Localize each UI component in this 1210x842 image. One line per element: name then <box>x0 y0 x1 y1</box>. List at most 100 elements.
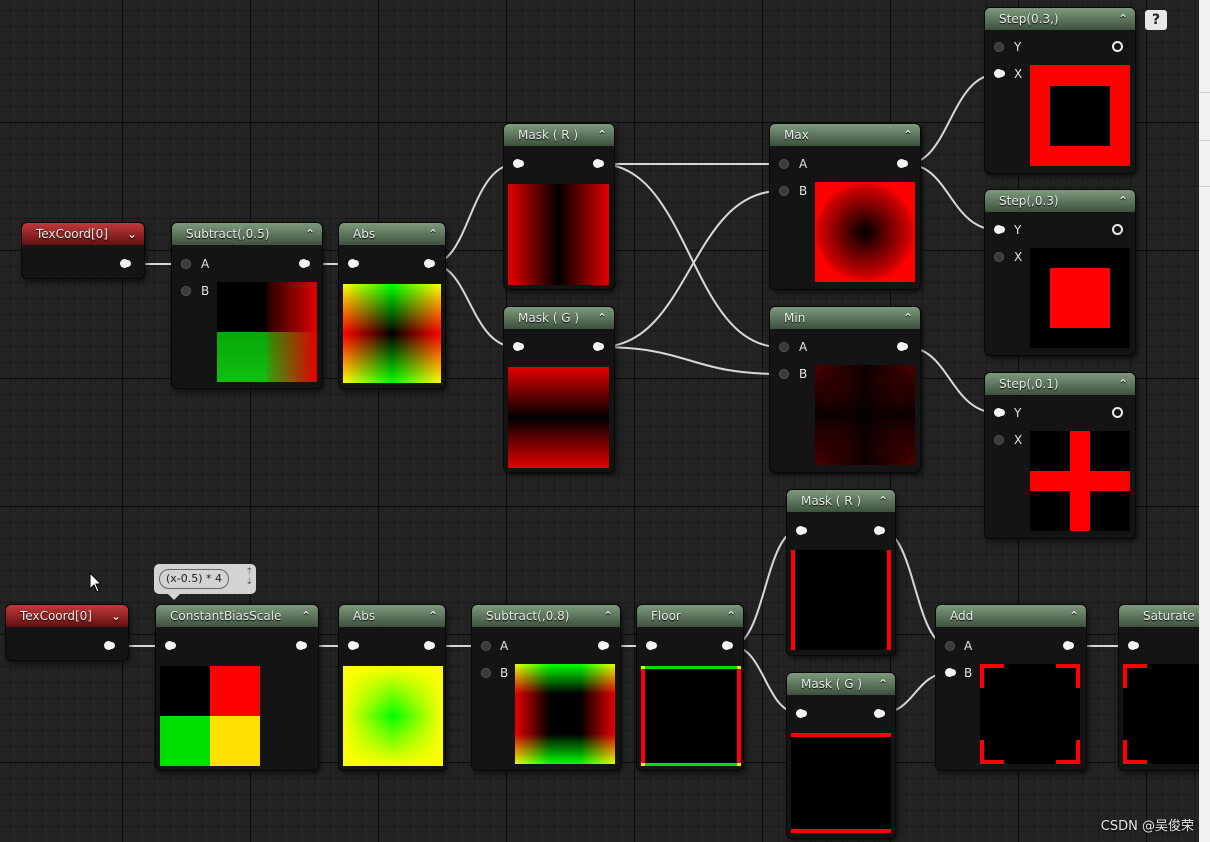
floor-node[interactable]: Floor ⌃ <box>637 605 743 770</box>
output-pin[interactable] <box>1112 407 1123 418</box>
output-pin[interactable] <box>1063 641 1072 650</box>
mask-g-node-1[interactable]: Mask ( G ) ⌃ <box>504 307 614 472</box>
input-pin-y[interactable] <box>994 225 1003 234</box>
output-pin[interactable] <box>1112 41 1123 52</box>
chevron-up-icon[interactable]: ⌃ <box>595 307 609 329</box>
node-title: Add ⌃ <box>936 605 1086 627</box>
output-pin[interactable] <box>424 641 433 650</box>
input-pin[interactable] <box>1128 641 1137 650</box>
output-pin[interactable] <box>897 342 906 351</box>
max-node[interactable]: Max ⌃ A B <box>770 124 920 289</box>
input-pin-a[interactable] <box>181 259 191 269</box>
chevron-up-icon[interactable]: ⌃ <box>1116 8 1130 30</box>
mask-g-node-2[interactable]: Mask ( G ) ⌃ <box>787 673 895 838</box>
input-pin-b[interactable] <box>779 369 789 379</box>
input-pin[interactable] <box>796 709 805 718</box>
preview-image <box>815 182 915 282</box>
scroll-strip[interactable] <box>1199 0 1210 842</box>
preview-image <box>815 365 915 465</box>
input-pin[interactable] <box>513 342 522 351</box>
chevron-up-icon[interactable]: ⌃ <box>901 124 915 146</box>
output-pin[interactable] <box>1112 224 1123 235</box>
output-pin[interactable] <box>722 641 731 650</box>
input-pin-b[interactable] <box>945 668 954 677</box>
min-node[interactable]: Min ⌃ A B <box>770 307 920 472</box>
output-pin[interactable] <box>593 159 602 168</box>
output-pin[interactable] <box>299 259 308 268</box>
preview-image <box>980 664 1080 764</box>
preview-image <box>343 666 443 766</box>
chevron-up-icon[interactable]: ⌃ <box>901 307 915 329</box>
output-pin[interactable] <box>874 709 883 718</box>
output-pin[interactable] <box>897 159 906 168</box>
chevron-up-icon[interactable]: ⌃ <box>876 673 890 695</box>
input-pin-y[interactable] <box>994 42 1004 52</box>
pin-label-b: B <box>799 367 808 381</box>
input-pin-a[interactable] <box>779 342 789 352</box>
subtract-node-2[interactable]: Subtract(,0.8) ⌃ A B <box>472 605 620 770</box>
add-node[interactable]: Add ⌃ A B <box>936 605 1086 770</box>
pin-label-x: X <box>1014 250 1023 264</box>
node-title: Step(,0.1) ⌃ <box>985 373 1135 395</box>
chevron-up-icon[interactable]: ⌃ <box>303 223 317 245</box>
input-pin-a[interactable] <box>779 159 789 169</box>
input-pin-b[interactable] <box>779 186 789 196</box>
node-title: Mask ( G ) ⌃ <box>504 307 614 329</box>
output-pin[interactable] <box>104 641 113 650</box>
chevron-up-icon[interactable]: ⌃ <box>724 605 738 627</box>
mask-r-node-1[interactable]: Mask ( R ) ⌃ <box>504 124 614 289</box>
input-pin[interactable] <box>165 641 174 650</box>
output-pin[interactable] <box>874 526 883 535</box>
pin-label-x: X <box>1014 67 1023 81</box>
output-pin[interactable] <box>424 259 433 268</box>
mask-r-node-2[interactable]: Mask ( R ) ⌃ <box>787 490 895 655</box>
abs-node-1[interactable]: Abs ⌃ <box>339 223 445 388</box>
input-pin-x[interactable] <box>994 252 1004 262</box>
chevron-up-icon[interactable]: ⌃ <box>876 490 890 512</box>
comment-bubble[interactable]: (x-0.5) * 4 ⇡ ⇣ <box>154 564 256 600</box>
preview-image <box>217 282 317 382</box>
chevron-up-icon[interactable]: ⌃ <box>299 605 313 627</box>
comment-controls-icon[interactable]: ⇡ ⇣ <box>245 567 253 587</box>
abs-node-2[interactable]: Abs ⌃ <box>339 605 445 770</box>
node-title: Mask ( R ) ⌃ <box>504 124 614 146</box>
help-icon[interactable]: ? <box>1145 10 1167 30</box>
chevron-up-icon[interactable]: ⌃ <box>1067 605 1081 627</box>
input-pin[interactable] <box>513 159 522 168</box>
subtract-node-1[interactable]: Subtract(,0.5) ⌃ A B <box>172 223 322 388</box>
constant-bias-scale-node[interactable]: ConstantBiasScale ⌃ <box>156 605 318 770</box>
input-pin-x[interactable] <box>994 435 1004 445</box>
chevron-up-icon[interactable]: ⌃ <box>426 605 440 627</box>
input-pin[interactable] <box>348 259 357 268</box>
chevron-up-icon[interactable]: ⌃ <box>595 124 609 146</box>
node-title: Saturate <box>1119 605 1199 627</box>
preview-image <box>1123 664 1199 764</box>
chevron-up-icon[interactable]: ⌃ <box>601 605 615 627</box>
input-pin-x[interactable] <box>994 69 1003 78</box>
step-node-1[interactable]: Step(0.3,) ⌃ Y X <box>985 8 1135 173</box>
input-pin[interactable] <box>348 641 357 650</box>
input-pin[interactable] <box>796 526 805 535</box>
step-node-3[interactable]: Step(,0.1) ⌃ Y X <box>985 373 1135 538</box>
output-pin[interactable] <box>120 259 129 268</box>
output-pin[interactable] <box>598 641 607 650</box>
saturate-node[interactable]: Saturate <box>1119 605 1199 770</box>
pin-label-b: B <box>201 284 210 298</box>
input-pin-a[interactable] <box>945 641 955 651</box>
input-pin-a[interactable] <box>481 641 491 651</box>
output-pin[interactable] <box>296 641 305 650</box>
texcoord-node-2[interactable]: TexCoord[0] ⌄ <box>6 605 128 660</box>
chevron-up-icon[interactable]: ⌃ <box>426 223 440 245</box>
chevron-down-icon[interactable]: ⌄ <box>109 605 123 627</box>
step-node-2[interactable]: Step(,0.3) ⌃ Y X <box>985 190 1135 355</box>
input-pin-y[interactable] <box>994 408 1003 417</box>
output-pin[interactable] <box>593 342 602 351</box>
chevron-down-icon[interactable]: ⌄ <box>125 223 139 245</box>
input-pin[interactable] <box>646 641 655 650</box>
chevron-up-icon[interactable]: ⌃ <box>1116 190 1130 212</box>
chevron-up-icon[interactable]: ⌃ <box>1116 373 1130 395</box>
input-pin-b[interactable] <box>181 286 191 296</box>
node-title: TexCoord[0] ⌄ <box>6 605 128 627</box>
texcoord-node-1[interactable]: TexCoord[0] ⌄ <box>22 223 144 278</box>
input-pin-b[interactable] <box>481 668 491 678</box>
